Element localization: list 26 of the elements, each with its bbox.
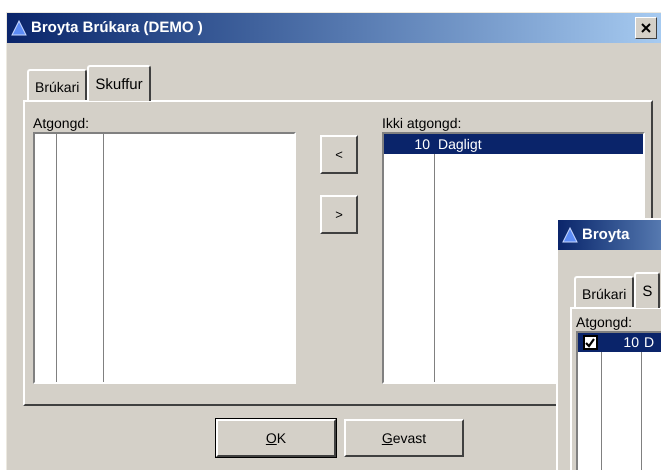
tab[interactable]: Brúkari	[574, 276, 634, 307]
move-button[interactable]: <	[320, 135, 358, 174]
list-row[interactable]: 10 Dagligt	[384, 134, 643, 154]
window-title: Broyta	[582, 224, 631, 245]
list-label: Ikki atgongd:	[382, 114, 462, 132]
push-button[interactable]: Gevast	[344, 419, 464, 457]
list-label: Atgongd:	[33, 114, 90, 132]
triangle-icon	[11, 20, 27, 36]
close-icon	[640, 22, 652, 34]
row-number: 10	[622, 333, 640, 352]
tab[interactable]: Skuffur	[87, 65, 151, 101]
window-title: Broyta Brúkara (DEMO )	[31, 18, 204, 38]
checkbox[interactable]	[582, 335, 598, 350]
close-button[interactable]	[635, 17, 657, 39]
list-row[interactable]: 10 D	[578, 333, 661, 352]
row-name: D	[643, 333, 654, 352]
row-number: 10	[413, 134, 431, 154]
tab[interactable]: Brúkari	[27, 69, 88, 100]
list-label: Atgongd:	[576, 313, 634, 331]
push-button[interactable]: OK	[216, 419, 336, 457]
list-box[interactable]	[33, 132, 296, 384]
check-icon	[585, 338, 595, 348]
triangle-icon	[562, 227, 578, 243]
move-button[interactable]: >	[320, 195, 358, 234]
row-name: Dagligt	[437, 134, 482, 154]
tab[interactable]: S	[634, 272, 660, 308]
